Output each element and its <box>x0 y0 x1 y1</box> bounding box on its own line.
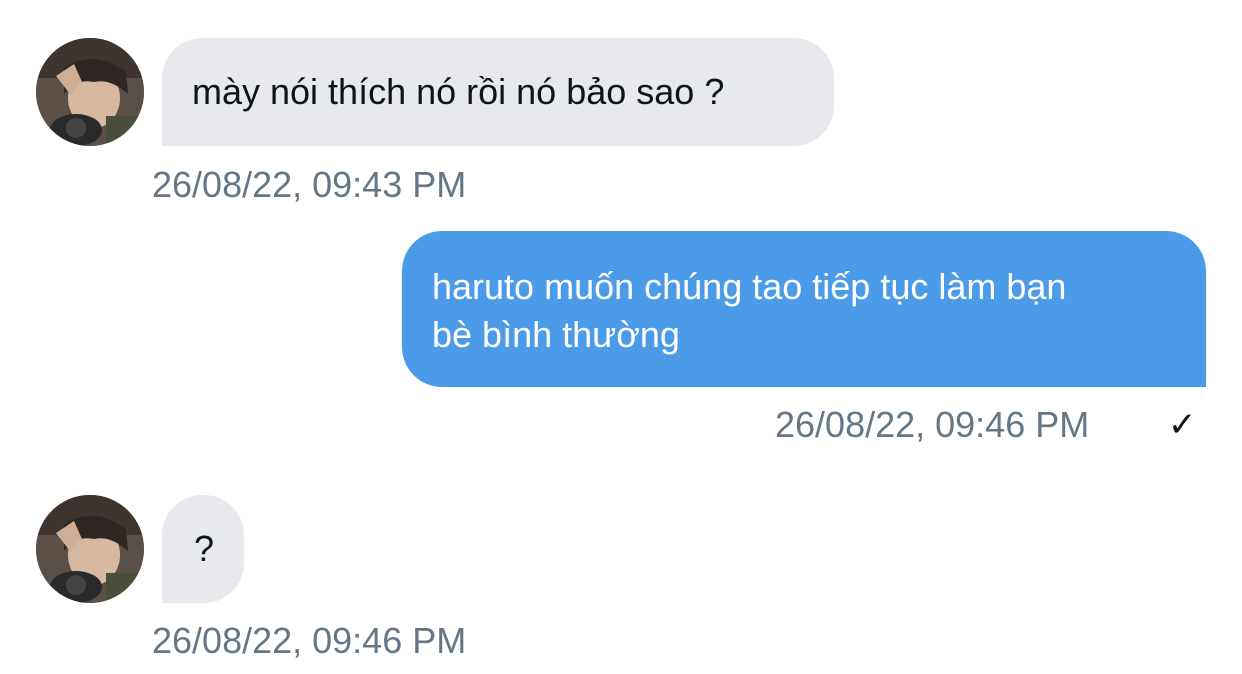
message-bubble-incoming[interactable]: mày nói thích nó rồi nó bảo sao ? <box>162 38 834 146</box>
message-text-line-2: bè bình thường <box>432 314 680 355</box>
message-timestamp: 26/08/22, 09:46 PM <box>775 404 1090 445</box>
message-timestamp: 26/08/22, 09:46 PM <box>152 620 467 661</box>
avatar[interactable] <box>36 38 144 146</box>
checkmark-icon: ✓ <box>1168 406 1197 444</box>
message-bubble-incoming[interactable]: ? <box>162 495 244 603</box>
message-timestamp: 26/08/22, 09:43 PM <box>152 164 467 205</box>
message-text: ? <box>194 528 215 569</box>
avatar-photo <box>36 495 144 603</box>
message-bubble-outgoing[interactable]: haruto muốn chúng tao tiếp tục làm bạn b… <box>402 231 1206 387</box>
message-text: mày nói thích nó rồi nó bảo sao ? <box>192 71 725 112</box>
avatar[interactable] <box>36 495 144 603</box>
message-text-line-1: haruto muốn chúng tao tiếp tục làm bạn <box>432 266 1067 307</box>
avatar-photo <box>36 38 144 146</box>
